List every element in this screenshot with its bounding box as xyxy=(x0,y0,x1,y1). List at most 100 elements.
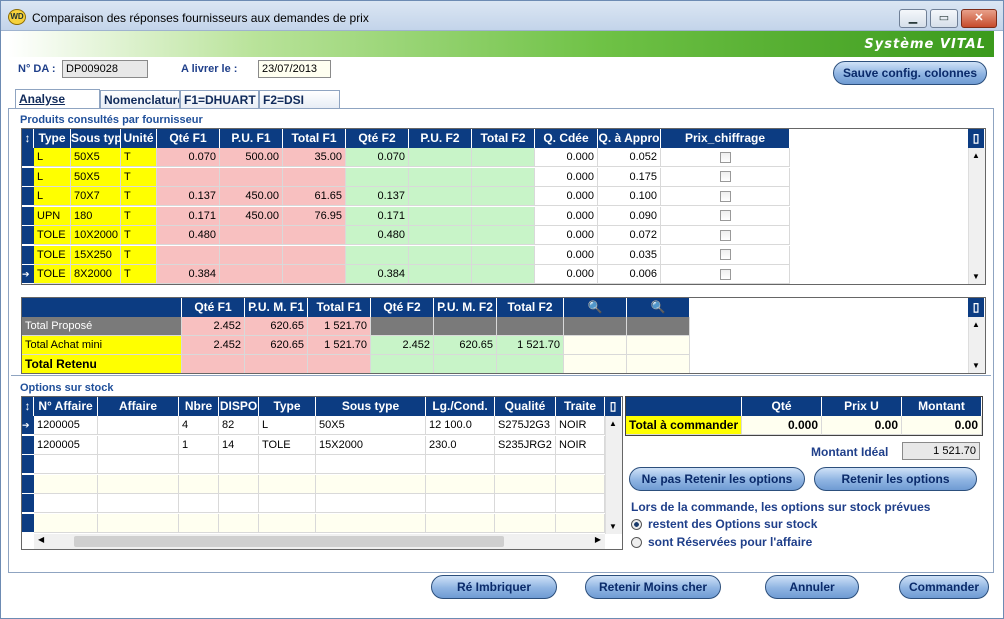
produits-col-header[interactable]: Q. à Appro xyxy=(598,129,661,148)
livrer-date-field[interactable]: 23/07/2013 xyxy=(258,60,331,78)
produits-col-header[interactable]: Total F2 xyxy=(472,129,535,148)
checkbox[interactable] xyxy=(719,210,731,222)
options-row-selector[interactable] xyxy=(22,494,34,513)
produits-cell: 0.171 xyxy=(346,206,409,226)
produits-col-header[interactable]: P.U. F1 xyxy=(220,129,283,148)
produits-cell: 50X5 xyxy=(71,148,121,167)
produits-cell xyxy=(409,167,472,187)
produits-cell xyxy=(472,245,535,265)
totals-col-header[interactable]: Qté F2 xyxy=(371,298,434,317)
radio-restent-options[interactable]: restent des Options sur stock xyxy=(631,517,817,531)
checkbox[interactable] xyxy=(719,151,731,163)
tab-f2[interactable]: F2=DSI xyxy=(259,90,340,109)
options-col-header[interactable]: Nbre xyxy=(179,397,219,416)
produits-col-header[interactable]: Total F1 xyxy=(283,129,346,148)
scroll-up-icon[interactable]: ▲ xyxy=(972,151,980,160)
produits-col-header[interactable]: Unité xyxy=(121,129,157,148)
checkbox[interactable] xyxy=(719,171,731,183)
totals-col-header[interactable]: P.U. M. F2 xyxy=(434,298,497,317)
totals-col-header[interactable]: P.U. M. F1 xyxy=(245,298,308,317)
checkbox[interactable] xyxy=(719,249,731,261)
search-icon-2[interactable]: 🔍 xyxy=(627,298,690,317)
options-cell xyxy=(219,513,259,533)
row-selector[interactable] xyxy=(22,148,34,167)
maximize-button[interactable]: ▭ xyxy=(930,9,958,28)
row-selector[interactable] xyxy=(22,226,34,245)
options-col-header[interactable]: N° Affaire xyxy=(34,397,98,416)
totals-col-header[interactable]: Total F2 xyxy=(497,298,564,317)
scroll-left-icon[interactable]: ◀ xyxy=(38,535,44,544)
options-col-header[interactable]: Affaire xyxy=(98,397,179,416)
options-hscrollbar[interactable]: ◀ ▶ xyxy=(34,534,605,549)
produits-cell: 0.175 xyxy=(598,167,661,187)
produits-cell: 180 xyxy=(71,206,121,226)
hscroll-thumb[interactable] xyxy=(74,536,504,547)
totals-scroll-up-icon[interactable]: ▲ xyxy=(972,320,980,329)
options-row-selector[interactable] xyxy=(22,474,34,494)
checkbox[interactable] xyxy=(719,190,731,202)
da-field[interactable]: DP009028 xyxy=(62,60,148,78)
radio-selected-icon[interactable] xyxy=(631,519,642,530)
produits-col-header[interactable]: Sous type xyxy=(71,129,121,148)
row-selector[interactable] xyxy=(22,206,34,226)
produits-cell xyxy=(409,187,472,206)
scroll-down-icon[interactable]: ▼ xyxy=(972,272,980,281)
search-icon-1[interactable]: 🔍 xyxy=(564,298,627,317)
commande-corner xyxy=(626,397,742,416)
annuler-button[interactable]: Annuler xyxy=(765,575,859,599)
scroll-right-icon[interactable]: ▶ xyxy=(595,535,601,544)
produits-scrollbar[interactable]: ▲ ▼ xyxy=(968,148,985,284)
options-col-header[interactable]: Type xyxy=(259,397,316,416)
totals-cell xyxy=(434,317,497,336)
row-selector[interactable] xyxy=(22,245,34,265)
options-row-selector[interactable] xyxy=(22,513,34,533)
checkbox[interactable] xyxy=(719,229,731,241)
produits-col-header[interactable]: Qté F1 xyxy=(157,129,220,148)
row-selector[interactable] xyxy=(22,167,34,187)
options-col-header[interactable]: Sous type xyxy=(316,397,426,416)
checkbox[interactable] xyxy=(719,268,731,280)
produits-cell: 0.090 xyxy=(598,206,661,226)
produits-cell xyxy=(220,265,283,284)
tab-nomenclature[interactable]: Nomenclature xyxy=(100,90,180,109)
totals-column-picker-icon[interactable]: ▯ xyxy=(968,298,985,317)
produits-col-header[interactable]: Prix_chiffrage xyxy=(661,129,790,148)
options-scroll-up-icon[interactable]: ▲ xyxy=(609,419,617,428)
row-selector[interactable] xyxy=(22,187,34,206)
options-vscrollbar[interactable]: ▲ ▼ xyxy=(605,416,622,534)
options-col-header[interactable]: Lg./Cond. xyxy=(426,397,495,416)
options-row-selector[interactable] xyxy=(22,455,34,474)
commande-row-label: Total à commander xyxy=(626,416,742,435)
produits-col-header[interactable]: Q. Cdée xyxy=(535,129,598,148)
row-selector[interactable]: ➔ xyxy=(22,265,34,284)
options-col-header[interactable]: DISPO xyxy=(219,397,259,416)
tab-f1[interactable]: F1=DHUART xyxy=(180,90,259,109)
retenir-options-button[interactable]: Retenir les options xyxy=(814,467,977,491)
column-picker-icon[interactable]: ▯ xyxy=(968,129,985,148)
totals-scrollbar[interactable]: ▲ ▼ xyxy=(968,317,985,373)
radio-reservees[interactable]: sont Réservées pour l'affaire xyxy=(631,535,812,549)
close-button[interactable]: ✕ xyxy=(961,9,997,28)
totals-col-header[interactable]: Total F1 xyxy=(308,298,371,317)
options-column-picker-icon[interactable]: ▯ xyxy=(605,397,622,416)
options-row-selector[interactable] xyxy=(22,435,34,455)
ne-pas-retenir-button[interactable]: Ne pas Retenir les options xyxy=(629,467,805,491)
reimbriquer-button[interactable]: Ré Imbriquer xyxy=(431,575,557,599)
retenir-moins-cher-button[interactable]: Retenir Moins cher xyxy=(585,575,721,599)
produits-col-header[interactable]: P.U. F2 xyxy=(409,129,472,148)
commander-button[interactable]: Commander xyxy=(899,575,989,599)
totals-col-header[interactable]: Qté F1 xyxy=(182,298,245,317)
totals-scroll-down-icon[interactable]: ▼ xyxy=(972,361,980,370)
options-scroll-down-icon[interactable]: ▼ xyxy=(609,522,617,531)
options-row-selector[interactable]: ➔ xyxy=(22,416,34,435)
produits-col-header[interactable]: Type xyxy=(34,129,71,148)
options-col-header[interactable]: Qualité xyxy=(495,397,556,416)
sauve-config-button[interactable]: Sauve config. colonnes xyxy=(833,61,987,85)
produits-cell: T xyxy=(121,148,157,167)
options-col-header[interactable]: Traite xyxy=(556,397,605,416)
produits-col-header[interactable]: Qté F2 xyxy=(346,129,409,148)
minimize-button[interactable]: ▁ xyxy=(899,9,927,28)
radio-unselected-icon[interactable] xyxy=(631,537,642,548)
tab-analyse[interactable]: Analyse xyxy=(15,89,100,109)
prix-chiffrage-cell xyxy=(661,265,790,284)
